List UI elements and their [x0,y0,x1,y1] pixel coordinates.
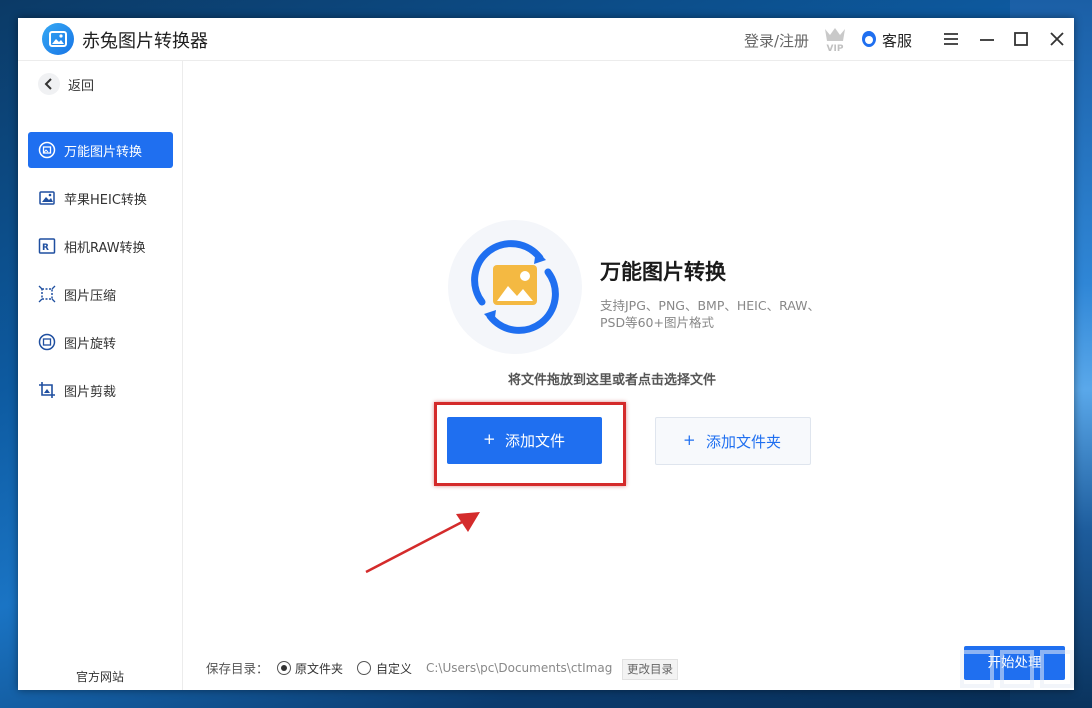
menu-icon[interactable] [940,28,962,50]
sidebar-item-crop[interactable]: 图片剪裁 [28,372,173,408]
sidebar-item-heic-convert[interactable]: 苹果HEIC转换 [28,180,173,216]
sidebar-item-label: 苹果HEIC转换 [64,193,147,208]
title-bar: 赤兔图片转换器 登录/注册 VIP 客服 [18,18,1074,61]
sidebar-item-label: 图片压缩 [64,289,117,304]
sidebar-item-rotate[interactable]: 图片旋转 [28,324,173,360]
supported-formats-text: 支持JPG、PNG、BMP、HEIC、RAW、PSD等60+图片格式 [600,298,821,330]
sidebar-item-raw-convert[interactable]: R 相机RAW转换 [28,228,173,264]
heic-icon [39,191,55,205]
sidebar: 返回 万能图片转换 苹果HEIC转换 R 相机RAW转换 图片压缩 图片旋转 图… [18,61,183,690]
vip-label: VIP [827,44,844,53]
sidebar-item-label: 图片旋转 [64,337,117,352]
radio-original-folder[interactable] [277,661,291,675]
image-convert-hero-icon [471,240,559,334]
official-website-link[interactable]: 官方网站 [76,668,124,685]
back-arrow-icon [38,73,60,95]
compress-icon [38,285,56,303]
sidebar-item-label: 相机RAW转换 [64,241,146,256]
sidebar-item-label: 图片剪裁 [64,385,117,400]
app-window: 赤兔图片转换器 登录/注册 VIP 客服 返回 万能图片转换 苹果HEIC转换 … [18,18,1074,690]
sidebar-item-label: 万能图片转换 [64,145,143,160]
radio-original-folder-label: 原文件夹 [295,662,344,676]
highlight-annotation-box [434,402,626,486]
hero-illustration [448,220,582,354]
output-path: C:\Users\pc\Documents\ctImag [426,661,613,675]
drop-hint-text: 将文件拖放到这里或者点击选择文件 [508,373,717,388]
add-folder-label: 添加文件夹 [706,433,782,451]
site-watermark [960,650,1074,688]
image-convert-icon [38,141,56,159]
change-directory-button[interactable]: 更改目录 [622,659,678,680]
rotate-icon [38,333,56,351]
customer-service-link[interactable]: 客服 [882,30,912,51]
maximize-icon[interactable] [1010,28,1032,50]
vip-crown-icon[interactable]: VIP [822,25,848,53]
radio-custom-folder-label: 自定义 [376,662,413,676]
add-folder-button[interactable]: + 添加文件夹 [655,417,811,465]
page-title: 万能图片转换 [600,260,726,284]
raw-icon: R [38,238,56,254]
customer-service-icon[interactable] [860,30,878,48]
app-title: 赤兔图片转换器 [82,31,208,52]
login-register-link[interactable]: 登录/注册 [744,30,809,51]
sidebar-item-universal-convert[interactable]: 万能图片转换 [28,132,173,168]
sidebar-item-compress[interactable]: 图片压缩 [28,276,173,312]
plus-icon: + [683,431,696,449]
crop-icon [39,382,55,398]
save-directory-label: 保存目录： [206,661,269,676]
back-label: 返回 [68,79,95,94]
radio-custom-folder[interactable] [357,661,371,675]
app-logo-icon [42,23,74,55]
annotation-arrow-icon [365,512,480,574]
minimize-icon[interactable] [976,28,998,50]
svg-text:R: R [42,243,49,253]
close-icon[interactable] [1046,28,1068,50]
